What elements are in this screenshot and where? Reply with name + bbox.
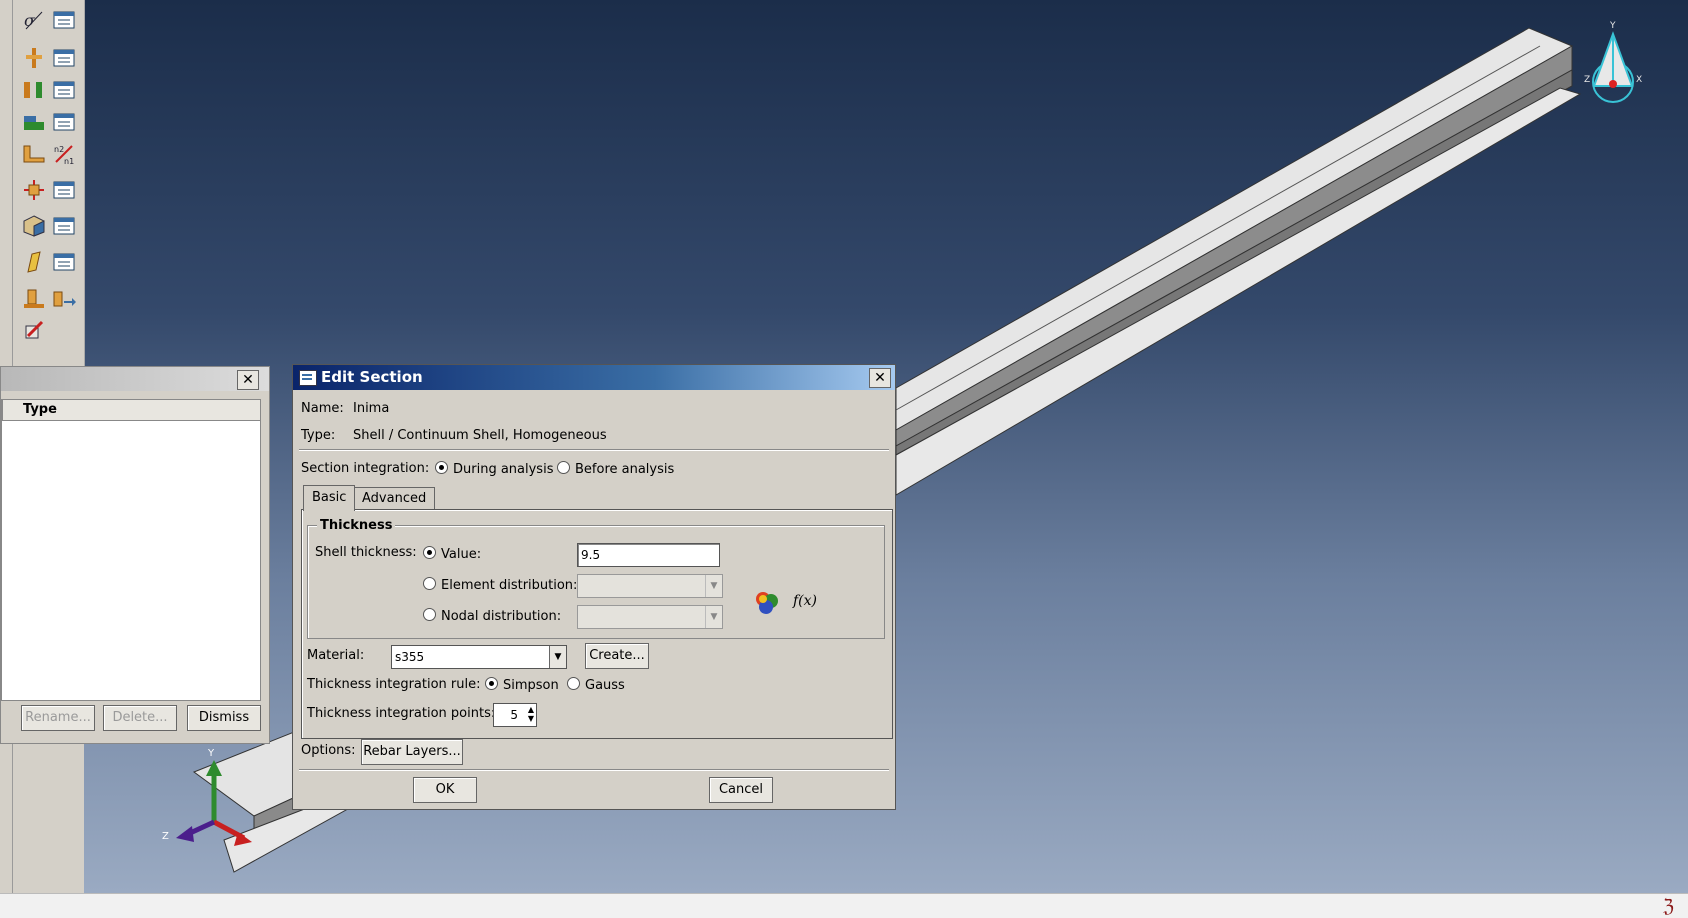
step-icon[interactable]	[20, 44, 48, 72]
svg-text:X: X	[1636, 75, 1642, 85]
field-icon[interactable]: n2 n1	[50, 140, 78, 168]
assign-section-icon[interactable]	[20, 284, 48, 312]
svg-text:Y: Y	[1609, 21, 1616, 31]
manager-icon[interactable]	[50, 176, 78, 204]
module-toolbox: σ n2 n1	[14, 0, 85, 370]
radio-selected-icon	[435, 461, 448, 474]
before-analysis-radio[interactable]: Before analysis	[557, 461, 674, 477]
shell-thickness-label: Shell thickness:	[315, 545, 417, 560]
rebar-layers-button[interactable]: Rebar Layers...	[361, 739, 463, 765]
dialog-titlebar[interactable]: Edit Section ✕	[293, 365, 895, 390]
create-material-button[interactable]: Create...	[585, 643, 649, 669]
close-icon[interactable]: ✕	[869, 368, 891, 388]
manager-icon[interactable]	[50, 6, 78, 34]
value-radio[interactable]: Value:	[423, 546, 481, 562]
assign-orientation-icon[interactable]	[50, 284, 78, 312]
triad-y-label: Y	[208, 748, 215, 759]
nodal-distribution-label: Nodal distribution:	[441, 609, 562, 624]
interaction-icon[interactable]	[20, 76, 48, 104]
manager-icon[interactable]	[50, 248, 78, 276]
simpson-label: Simpson	[503, 678, 559, 693]
column-header-type[interactable]: Type	[2, 400, 260, 421]
close-icon[interactable]: ✕	[237, 370, 259, 390]
integration-points-value: 5	[510, 708, 518, 722]
integration-rule-label: Thickness integration rule:	[307, 677, 481, 692]
cancel-button[interactable]: Cancel	[709, 777, 773, 803]
radio-icon	[423, 577, 436, 590]
thickness-value-input[interactable]: 9.5	[577, 543, 720, 567]
material-select[interactable]: s355 ▼	[391, 645, 567, 669]
before-analysis-label: Before analysis	[575, 462, 675, 477]
dialog-title: Edit Section	[321, 368, 423, 386]
section-list[interactable]: Type	[1, 399, 261, 701]
manager-icon[interactable]	[50, 108, 78, 136]
separator	[299, 449, 889, 451]
tab-advanced[interactable]: Advanced	[353, 487, 436, 510]
material-value: s355	[395, 650, 425, 664]
type-value: Shell / Continuum Shell, Homogeneous	[353, 428, 607, 443]
material-label: Material:	[307, 648, 365, 663]
triad-z-label: Z	[162, 831, 169, 842]
radio-icon	[557, 461, 570, 474]
section-manager-dialog: ✕ Type Rename... Delete... Dismiss	[0, 366, 270, 744]
assembly-icon[interactable]	[20, 176, 48, 204]
thickness-group-title: Thickness	[317, 518, 396, 533]
separator	[299, 769, 889, 771]
load-icon[interactable]	[20, 108, 48, 136]
rename-button[interactable]: Rename...	[21, 705, 95, 731]
radio-selected-icon	[423, 546, 436, 559]
value-label: Value:	[441, 547, 482, 562]
integration-points-stepper[interactable]: 5 ▲ ▼	[493, 703, 537, 727]
element-distribution-label: Element distribution:	[441, 578, 578, 593]
stress-strain-icon[interactable]: σ	[20, 6, 48, 34]
simpson-radio[interactable]: Simpson	[485, 677, 559, 693]
manager-icon[interactable]	[50, 76, 78, 104]
edit-pencil-icon[interactable]	[20, 316, 48, 344]
status-bar	[0, 893, 1688, 918]
chevron-down-icon: ▼	[705, 606, 722, 628]
section-integration-label: Section integration:	[301, 461, 430, 476]
boundary-condition-icon[interactable]	[20, 140, 48, 168]
nodal-distribution-radio[interactable]: Nodal distribution:	[423, 608, 561, 624]
section-icon[interactable]	[20, 248, 48, 276]
manager-icon[interactable]	[50, 44, 78, 72]
manager-titlebar[interactable]: ✕	[1, 367, 269, 391]
tab-basic[interactable]: Basic	[303, 485, 356, 511]
manager-icon[interactable]	[50, 212, 78, 240]
type-label: Type:	[301, 428, 336, 443]
gauss-label: Gauss	[585, 678, 625, 693]
edit-section-dialog: Edit Section ✕ Name: Inima Type: Shell /…	[292, 364, 896, 810]
during-analysis-label: During analysis	[453, 462, 554, 477]
svg-text:Z: Z	[1584, 75, 1590, 85]
element-distribution-radio[interactable]: Element distribution:	[423, 577, 577, 593]
radio-icon	[423, 608, 436, 621]
ok-button[interactable]: OK	[413, 777, 477, 803]
svg-text:n2: n2	[54, 145, 64, 154]
fx-label[interactable]: f(x)	[793, 593, 817, 609]
gauss-radio[interactable]: Gauss	[567, 677, 625, 693]
brand-logo-icon: ℨ	[1662, 896, 1674, 917]
integration-points-label: Thickness integration points:	[307, 706, 496, 721]
svg-text:n1: n1	[64, 157, 74, 166]
radio-selected-icon	[485, 677, 498, 690]
dismiss-button[interactable]: Dismiss	[187, 705, 261, 731]
name-value: Inima	[353, 401, 390, 416]
nodal-distribution-select[interactable]: ▼	[577, 605, 723, 629]
part-icon[interactable]	[20, 212, 48, 240]
options-label: Options:	[301, 743, 356, 758]
stepper-arrows-icon[interactable]: ▲ ▼	[528, 705, 534, 723]
view-compass-icon[interactable]: Y Z X	[1584, 21, 1642, 103]
during-analysis-radio[interactable]: During analysis	[435, 461, 553, 477]
name-label: Name:	[301, 401, 344, 416]
radio-icon	[567, 677, 580, 690]
analytical-field-icon[interactable]	[753, 589, 781, 617]
delete-button[interactable]: Delete...	[103, 705, 177, 731]
chevron-down-icon: ▼	[549, 646, 566, 668]
dialog-icon	[299, 370, 317, 386]
chevron-down-icon: ▼	[705, 575, 722, 597]
element-distribution-select[interactable]: ▼	[577, 574, 723, 598]
